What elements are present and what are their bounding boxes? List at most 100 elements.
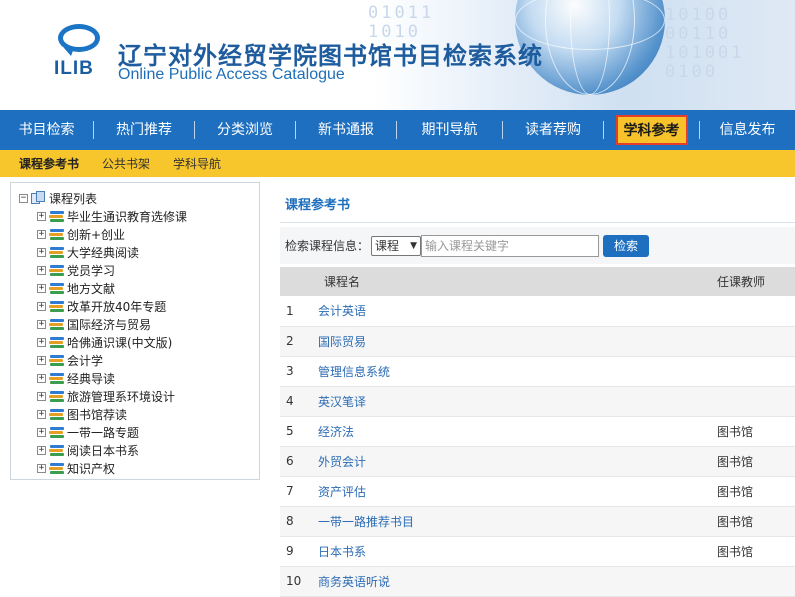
row-number: 3 — [280, 356, 318, 387]
tree-root[interactable]: − 课程列表 — [11, 189, 259, 207]
books-icon — [49, 300, 64, 313]
nav-item-subject-reference[interactable]: 学科参考 — [604, 110, 699, 150]
tree-item[interactable]: + 经典导读 — [11, 369, 259, 387]
nav-item-new-books[interactable]: 新书通报 — [296, 110, 396, 150]
search-input[interactable] — [421, 234, 600, 257]
expand-icon[interactable]: + — [37, 319, 46, 329]
tree-item-label: 会计学 — [67, 353, 104, 368]
subnav-item-subject-guide[interactable]: 学科导航 — [173, 155, 221, 172]
tree-item[interactable]: + 一带一路专题 — [11, 423, 259, 441]
course-link[interactable]: 商务英语听说 — [318, 575, 390, 589]
search-type-select[interactable]: 课程 ▼ — [371, 235, 422, 256]
speech-bubble-tail — [64, 48, 74, 56]
expand-icon[interactable]: + — [37, 427, 46, 437]
table-row: 5 经济法 图书馆 — [280, 416, 795, 447]
nav-item-popular[interactable]: 热门推荐 — [94, 110, 194, 150]
expand-icon[interactable]: + — [37, 445, 46, 455]
table-row: 6 外贸会计 图书馆 — [280, 446, 795, 477]
course-link[interactable]: 外贸会计 — [318, 455, 366, 469]
course-name-cell: 会计英语 — [318, 296, 717, 327]
main-navigation: 书目检索 热门推荐 分类浏览 新书通报 期刊导航 读者荐购 学科参考 信息发布 — [0, 110, 795, 150]
nav-item-announcements[interactable]: 信息发布 — [700, 110, 795, 150]
teacher-cell — [717, 356, 795, 387]
subnav-item-course-books[interactable]: 课程参考书 — [19, 155, 79, 172]
expand-icon[interactable]: + — [37, 211, 46, 221]
table-header-row: 课程名 任课教师 — [280, 267, 795, 296]
subnav-item-public-shelf[interactable]: 公共书架 — [102, 155, 150, 172]
course-link[interactable]: 一带一路推荐书目 — [318, 515, 414, 529]
table-row: 8 一带一路推荐书目 图书馆 — [280, 506, 795, 537]
tree-item[interactable]: + 地方文献 — [11, 279, 259, 297]
expand-icon[interactable]: + — [37, 373, 46, 383]
nav-item-category-browse[interactable]: 分类浏览 — [195, 110, 295, 150]
tree-item[interactable]: + 旅游管理系环境设计 — [11, 387, 259, 405]
expand-icon[interactable]: + — [37, 283, 46, 293]
tree-item-label: 改革开放40年专题 — [67, 299, 167, 314]
teacher-cell: 图书馆 — [717, 446, 795, 477]
course-link[interactable]: 会计英语 — [318, 304, 366, 318]
tree-item[interactable]: + 毕业生通识教育选修课 — [11, 207, 259, 225]
course-link[interactable]: 资产评估 — [318, 485, 366, 499]
course-link[interactable]: 英汉笔译 — [318, 395, 366, 409]
collapse-icon[interactable]: − — [19, 193, 28, 203]
table-row: 10 商务英语听说 — [280, 566, 795, 597]
logo-text: ILIB — [54, 58, 94, 79]
course-tree: − 课程列表 + 毕业生通识教育选修课 + 创新+创业 + 大学经典阅读 + 党员学习 + 地方文… — [10, 182, 260, 480]
tree-item[interactable]: + 知识产权 — [11, 459, 259, 477]
teacher-cell — [717, 296, 795, 327]
header-banner: 01011 1010 10100 00110 101001 0100 ILIB 辽宁对外… — [0, 0, 795, 110]
tree-item[interactable]: + 改革开放40年专题 — [11, 297, 259, 315]
tree-item[interactable]: + 创新+创业 — [11, 225, 259, 243]
course-link[interactable]: 日本书系 — [318, 545, 366, 559]
nav-label: 学科参考 — [615, 115, 688, 145]
tree-item-label: 旅游管理系环境设计 — [67, 389, 176, 404]
tree-item[interactable]: + 图书馆荐读 — [11, 405, 259, 423]
course-link[interactable]: 经济法 — [318, 425, 354, 439]
course-name-cell: 管理信息系统 — [318, 356, 717, 387]
expand-icon[interactable]: + — [37, 247, 46, 257]
row-number: 4 — [280, 386, 318, 417]
tree-item-label: 创新+创业 — [67, 227, 126, 242]
tree-item-label: 毕业生通识教育选修课 — [67, 209, 188, 224]
books-icon — [49, 264, 64, 277]
tree-item-label: 地方文献 — [67, 281, 116, 296]
tree-item[interactable]: + 阅读日本书系 — [11, 441, 259, 459]
nav-item-reader-recommend[interactable]: 读者荐购 — [503, 110, 603, 150]
expand-icon[interactable]: + — [37, 355, 46, 365]
nav-label: 书目检索 — [18, 122, 75, 138]
expand-icon[interactable]: + — [37, 229, 46, 239]
nav-item-journals[interactable]: 期刊导航 — [397, 110, 502, 150]
expand-icon[interactable]: + — [37, 391, 46, 401]
ilib-logo[interactable]: ILIB — [54, 24, 108, 79]
course-link[interactable]: 管理信息系统 — [318, 365, 390, 379]
expand-icon[interactable]: + — [37, 301, 46, 311]
teacher-cell: 图书馆 — [717, 506, 795, 537]
tree-item[interactable]: + 大学经典阅读 — [11, 243, 259, 261]
nav-label: 新书通报 — [318, 122, 374, 138]
tree-item-label: 国际经济与贸易 — [67, 317, 152, 332]
page-title: 课程参考书 — [285, 198, 351, 213]
search-button[interactable]: 检索 — [603, 234, 650, 257]
expand-icon[interactable]: + — [37, 463, 46, 473]
books-icon — [49, 426, 64, 439]
tree-item[interactable]: + 哈佛通识课(中文版) — [11, 333, 259, 351]
expand-icon[interactable]: + — [37, 409, 46, 419]
course-name-cell: 国际贸易 — [318, 326, 717, 357]
books-icon — [49, 354, 64, 367]
books-icon — [49, 228, 64, 241]
tree-item-label: 党员学习 — [67, 263, 116, 278]
row-number: 5 — [280, 416, 318, 447]
tree-item[interactable]: + 国际经济与贸易 — [11, 315, 259, 333]
header-course-name: 课程名 — [318, 267, 717, 296]
books-icon — [49, 408, 64, 421]
expand-icon[interactable]: + — [37, 265, 46, 275]
course-link[interactable]: 国际贸易 — [318, 335, 366, 349]
teacher-cell — [717, 386, 795, 417]
expand-icon[interactable]: + — [37, 337, 46, 347]
tree-item[interactable]: + 会计学 — [11, 351, 259, 369]
tree-item-label: 知识产权 — [67, 461, 116, 476]
nav-label: 期刊导航 — [421, 122, 478, 138]
books-icon — [49, 444, 64, 457]
tree-item[interactable]: + 党员学习 — [11, 261, 259, 279]
nav-item-catalog-search[interactable]: 书目检索 — [0, 110, 93, 150]
